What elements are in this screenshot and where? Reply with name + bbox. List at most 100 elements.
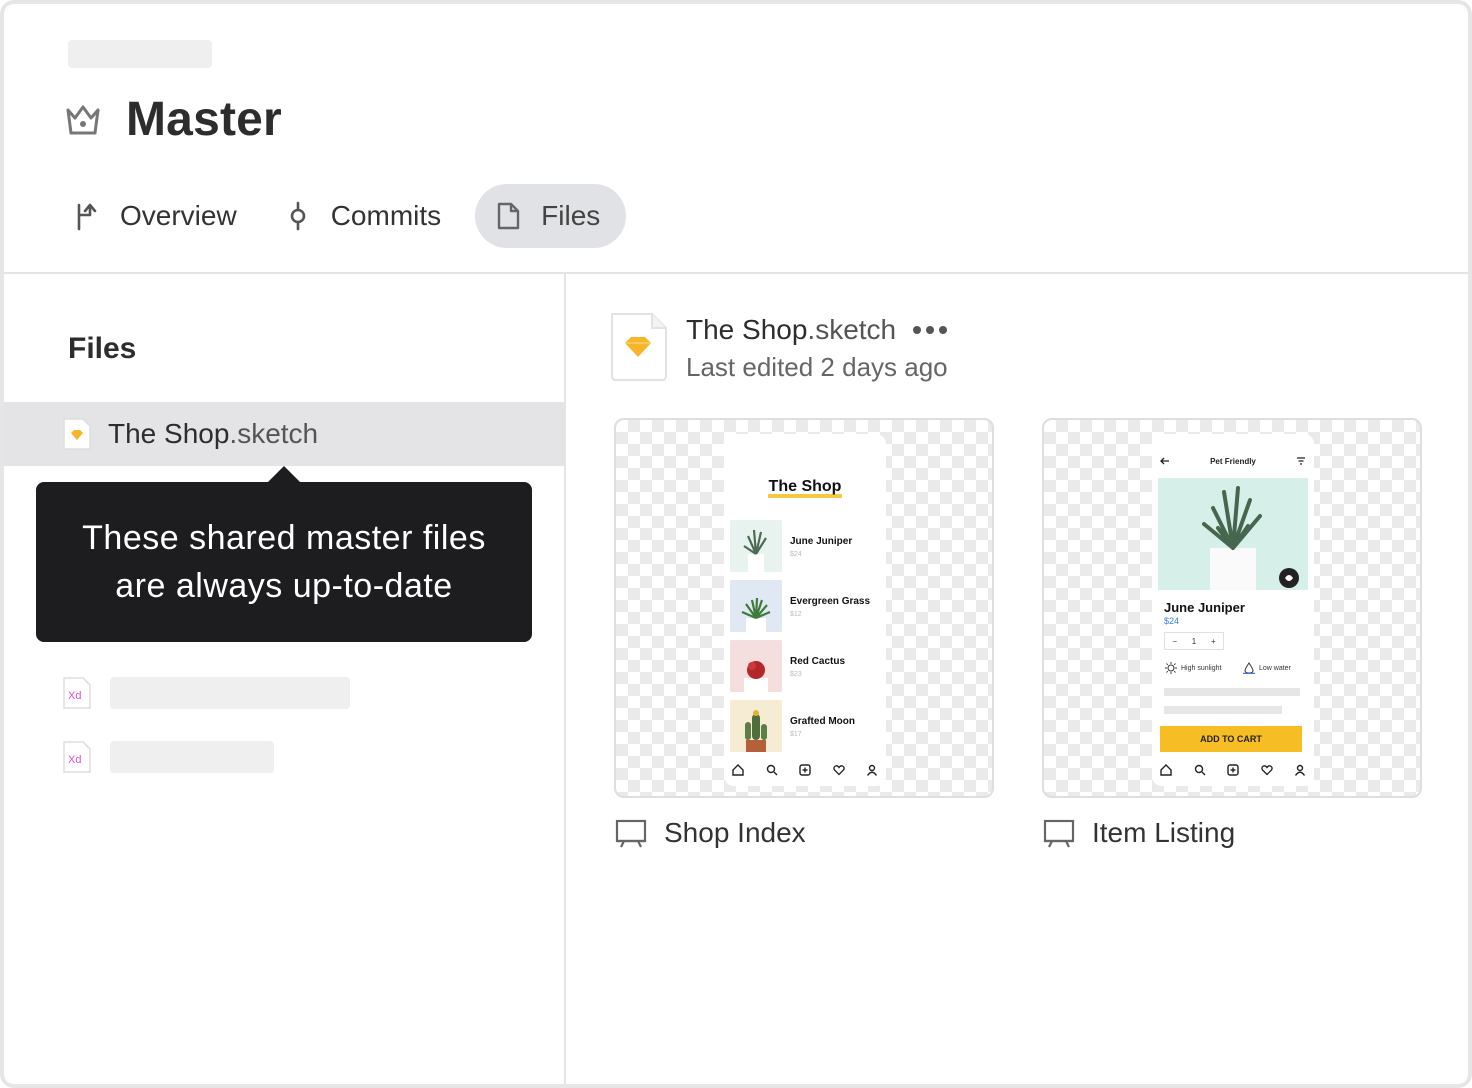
qty-value: 1	[1191, 636, 1197, 646]
file-name-placeholder	[110, 677, 350, 709]
artboard-shop-index[interactable]: The Shop June Juniper $24 Evergreen Gras…	[614, 418, 994, 798]
attr-label: High sunlight	[1181, 664, 1222, 672]
text-placeholder	[1164, 706, 1282, 714]
page-title: Master	[126, 93, 282, 146]
list-item: Red Cactus $23	[730, 640, 880, 692]
plant-photo	[1158, 478, 1308, 590]
home-icon	[732, 764, 744, 776]
tooltip-line-1: These shared master files	[82, 519, 486, 557]
item-price: $23	[790, 671, 802, 678]
qty-minus: −	[1172, 636, 1178, 646]
item-name: June Juniper	[790, 536, 853, 547]
attribute-water: Low water	[1242, 662, 1291, 674]
svg-text:Xd: Xd	[68, 690, 81, 702]
file-detail: The Shop.sketch Last edited 2 days ago T…	[568, 274, 1468, 1084]
add-to-cart-button: ADD TO CART	[1160, 726, 1302, 752]
list-item: June Juniper $24	[730, 520, 880, 572]
item-name: Evergreen Grass	[790, 596, 871, 607]
sidebar-file-name: The Shop.sketch	[108, 418, 319, 449]
text-placeholder	[1164, 688, 1300, 696]
plant-thumbnail	[730, 580, 782, 632]
branch-up-icon	[77, 203, 97, 231]
preview-tab-bar	[732, 764, 878, 776]
sidebar-item-xd-2[interactable]: Xd	[62, 740, 274, 774]
preview-top-bar: Pet Friendly	[1160, 456, 1306, 466]
preview-top-title: Pet Friendly	[1210, 456, 1256, 466]
artboard-caption-shop-index[interactable]: Shop Index	[614, 816, 806, 850]
water-icon	[1243, 662, 1255, 674]
project-header: Master Overview Commits Files	[4, 4, 1468, 274]
artboard-icon	[1043, 819, 1075, 848]
artboard-preview: Pet Friendly June Juniper $24 − 1 + High…	[1152, 434, 1314, 786]
add-icon	[799, 764, 811, 776]
tooltip: These shared master files are always up-…	[36, 466, 532, 642]
qty-plus: +	[1210, 636, 1216, 646]
preview-tab-bar	[1160, 764, 1306, 776]
artboard-item-listing[interactable]: Pet Friendly June Juniper $24 − 1 + High…	[1042, 418, 1422, 798]
tab-files-label: Files	[541, 200, 601, 231]
plant-thumbnail	[730, 700, 782, 752]
back-arrow-icon	[1160, 457, 1169, 465]
artboard-name: Item Listing	[1092, 817, 1236, 848]
plant-thumbnail	[730, 520, 782, 572]
sketch-file-icon	[63, 418, 91, 450]
heart-icon	[832, 765, 845, 776]
item-name: June Juniper	[1164, 600, 1245, 615]
heart-icon	[1260, 765, 1273, 776]
sidebar-heading: Files	[68, 332, 137, 365]
add-icon	[1227, 764, 1239, 776]
file-title: The Shop.sketch	[686, 314, 897, 345]
tooltip-line-2: are always up-to-date	[115, 567, 453, 605]
item-price: $24	[790, 551, 802, 558]
tab-files[interactable]: Files	[475, 184, 627, 248]
artboard-preview: The Shop June Juniper $24 Evergreen Gras…	[724, 434, 886, 786]
title-row: Master	[64, 92, 282, 147]
file-name-placeholder	[110, 741, 274, 773]
tooltip-text: These shared master files are always up-…	[82, 514, 486, 610]
preview-title: The Shop	[768, 478, 842, 495]
sidebar-item-xd-1[interactable]: Xd	[62, 676, 350, 710]
file-last-edited: Last edited 2 days ago	[686, 352, 948, 382]
tab-commits[interactable]: Commits	[271, 184, 465, 248]
list-item: Grafted Moon $17	[730, 700, 880, 752]
commit-icon	[290, 201, 306, 231]
xd-file-icon: Xd	[63, 677, 91, 709]
item-price: $17	[790, 731, 802, 738]
sidebar-item-the-shop[interactable]: The Shop.sketch	[4, 402, 564, 466]
attribute-sunlight: High sunlight	[1164, 662, 1221, 674]
profile-icon	[866, 764, 878, 776]
xd-file-icon: Xd	[63, 741, 91, 773]
artboard-caption-item-listing[interactable]: Item Listing	[1042, 816, 1235, 850]
item-price: $24	[1164, 616, 1180, 626]
plant-thumbnail	[730, 640, 782, 692]
tab-overview[interactable]: Overview	[60, 184, 261, 248]
file-header: The Shop.sketch Last edited 2 days ago	[608, 310, 948, 383]
item-name: Red Cactus	[790, 656, 846, 667]
tab-commits-label: Commits	[330, 200, 442, 231]
profile-icon	[1294, 764, 1306, 776]
breadcrumb-placeholder	[68, 40, 212, 68]
more-options-icon[interactable]	[912, 324, 948, 336]
crown-icon	[66, 105, 100, 134]
tab-bar: Overview Commits Files	[60, 184, 636, 248]
artboard-name: Shop Index	[664, 817, 806, 848]
attr-label: Low water	[1259, 664, 1291, 672]
svg-text:Xd: Xd	[68, 754, 81, 766]
artboard-icon	[615, 819, 647, 848]
filter-icon	[1296, 457, 1305, 465]
item-name: Grafted Moon	[790, 716, 855, 727]
search-icon	[1194, 764, 1205, 776]
sun-icon	[1165, 662, 1177, 674]
file-icon	[497, 202, 520, 230]
sketch-file-icon	[611, 313, 667, 381]
search-icon	[766, 764, 777, 776]
item-price: $12	[790, 611, 802, 618]
quantity-stepper: − 1 +	[1164, 632, 1224, 650]
tab-overview-label: Overview	[120, 200, 237, 231]
files-sidebar: Files The Shop.sketch Xd Xd These shared…	[4, 274, 566, 1084]
app-window: Master Overview Commits Files Files The …	[0, 0, 1472, 1088]
list-item: Evergreen Grass $12	[730, 580, 880, 632]
file-meta: The Shop.sketch Last edited 2 days ago	[686, 310, 948, 383]
file-title-line: The Shop.sketch	[686, 310, 948, 350]
home-icon	[1160, 764, 1172, 776]
